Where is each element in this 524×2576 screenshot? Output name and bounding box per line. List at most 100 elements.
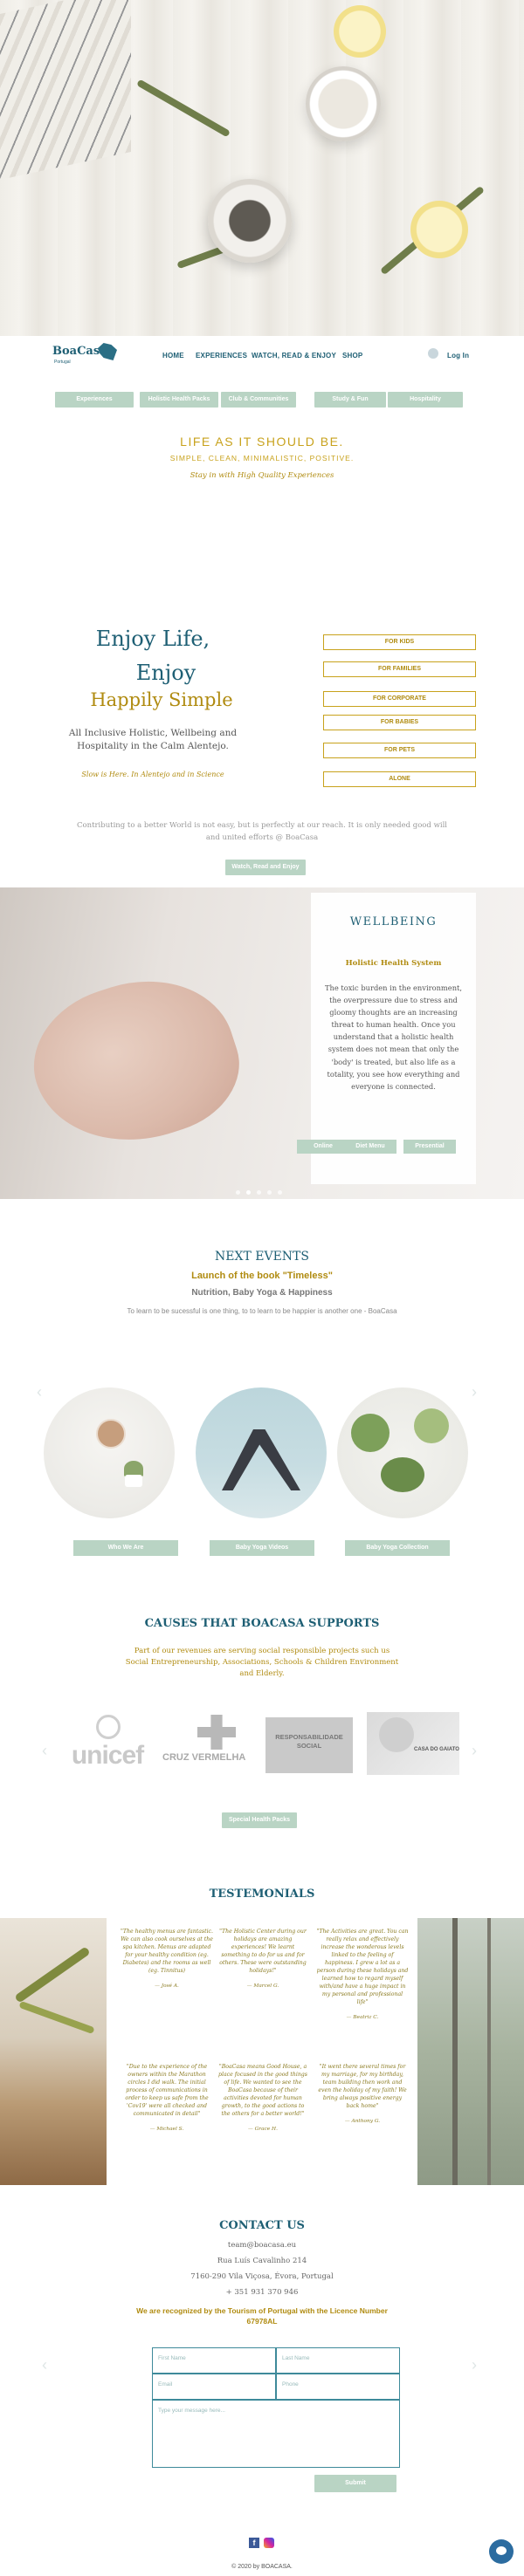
special-health-packs-button[interactable]: Special Health Packs [222, 1812, 297, 1828]
logo-subtitle: Portugal [54, 360, 71, 365]
casa-do-gaiato-logo[interactable]: CASA DO GAIATO [367, 1712, 459, 1775]
for-babies-button[interactable]: FOR BABIES [323, 715, 476, 730]
baby-yoga-videos-button[interactable]: Baby Yoga Videos [210, 1540, 314, 1556]
chat-button[interactable] [489, 2539, 514, 2564]
unicef-wordmark: unicef [71, 1741, 144, 1770]
events-title: NEXT EVENTS [215, 1250, 309, 1264]
tab-study-fun[interactable]: Study & Fun [314, 392, 386, 408]
logos-next-icon[interactable]: › [472, 1742, 477, 1760]
events-subtitle: Nutrition, Baby Yoga & Happiness [191, 1288, 333, 1298]
wellbeing-title: WELLBEING [349, 915, 438, 928]
licence-text: We are recognized by the Tourism of Port… [136, 2306, 388, 2326]
event-image-food[interactable] [337, 1387, 468, 1518]
testimonial-3: "The Activities are great. You can reall… [316, 1929, 409, 2021]
carousel-next-icon[interactable]: › [472, 1383, 477, 1401]
slide-dot[interactable] [257, 1190, 261, 1195]
tree-trunk [452, 1918, 458, 2185]
tab-hospitality[interactable]: Hospitality [388, 392, 463, 408]
nav-experiences[interactable]: EXPERIENCES [196, 352, 247, 360]
diet-menu-button[interactable]: Diet Menu [344, 1140, 396, 1154]
instagram-icon[interactable] [264, 2538, 274, 2548]
for-pets-button[interactable]: FOR PETS [323, 743, 476, 758]
phone-field[interactable]: Phone [276, 2374, 400, 2400]
watch-read-enjoy-button[interactable]: Watch, Read and Enjoy [225, 860, 306, 875]
nav-watch-read-enjoy[interactable]: WATCH, READ & ENJOY [252, 352, 336, 360]
pot-icon [125, 1475, 142, 1487]
message-field[interactable]: Type your message here... [152, 2400, 400, 2468]
nav-home[interactable]: HOME [162, 352, 184, 360]
contact-email[interactable]: team@boacasa.eu [0, 2241, 524, 2250]
slide-dot[interactable] [267, 1190, 272, 1195]
vegetables-icon [381, 1457, 424, 1492]
testimonial-author: — Anthony G. [344, 2118, 381, 2124]
linen-cloth [0, 0, 131, 180]
logos-prev-icon[interactable]: ‹ [42, 1742, 47, 1760]
enjoy-description: All Inclusive Holistic, Wellbeing and Ho… [68, 728, 238, 752]
wellbeing-panel: WELLBEING Holistic Health System The tox… [297, 893, 476, 1184]
for-kids-button[interactable]: FOR KIDS [323, 634, 476, 650]
for-corporate-button[interactable]: FOR CORPORATE [323, 691, 476, 707]
herb-stem [14, 1946, 91, 2004]
form-prev-icon[interactable]: ‹ [42, 2356, 47, 2374]
trees-image [417, 1918, 524, 2185]
greens-icon [351, 1414, 390, 1452]
tab-experiences[interactable]: Experiences [55, 392, 134, 408]
testimonial-text: "BoaCasa means Good House, a place focus… [218, 2064, 307, 2117]
casa-gaiato-wordmark: CASA DO GAIATO [414, 1747, 459, 1752]
lemon-slice [334, 5, 386, 58]
testimonial-author: — Michael S. [149, 2126, 184, 2132]
event-image-yoga[interactable] [196, 1387, 327, 1518]
testimonial-author: — José A. [155, 1983, 179, 1989]
causes-title: CAUSES THAT BOACASA SUPPORTS [144, 1617, 380, 1630]
hand-image [15, 956, 256, 1168]
testimonial-text: "The Activities are great. You can reall… [316, 1929, 409, 2005]
enjoy-line-3: Happily Simple [90, 689, 233, 710]
form-next-icon[interactable]: › [472, 2356, 477, 2374]
testimonial-text: "The healthy menus are fantastic. We can… [121, 1929, 213, 1974]
slide-dot[interactable] [278, 1190, 282, 1195]
contact-title: CONTACT US [219, 2219, 305, 2232]
submit-button[interactable]: Submit [314, 2475, 396, 2492]
carousel-prev-icon[interactable]: ‹ [37, 1383, 42, 1401]
wellbeing-body: The toxic burden in the environment, the… [324, 983, 463, 1091]
event-image-clock[interactable] [44, 1387, 175, 1518]
top-nav: BoaCasa Portugal HOME EXPERIENCES WATCH,… [0, 336, 524, 376]
herb-stem [18, 2000, 95, 2035]
slide-dot-active[interactable] [246, 1190, 251, 1195]
email-field[interactable]: Email [152, 2374, 276, 2400]
contact-street: Rua Luís Cavalinho 214 [217, 2257, 307, 2265]
enjoy-slogan: Slow is Here. In Alentejo and in Science [81, 771, 224, 778]
slide-dot[interactable] [236, 1190, 240, 1195]
intro-tagline: Stay in with High Quality Experiences [190, 471, 334, 480]
contact-phone[interactable]: + 351 931 370 946 [0, 2288, 524, 2297]
first-name-field[interactable]: First Name [152, 2347, 276, 2374]
avocado-icon [414, 1408, 449, 1443]
testimonial-author: — Beatriz C. [346, 2014, 379, 2020]
cruz-vermelha-logo[interactable]: CRUZ VERMELHA [162, 1715, 246, 1776]
facebook-icon[interactable]: f [249, 2538, 259, 2548]
tab-holistic-health-packs[interactable]: Holistic Health Packs [140, 392, 218, 408]
presential-button[interactable]: Presential [403, 1140, 456, 1154]
user-avatar-icon[interactable] [428, 348, 438, 359]
for-families-button[interactable]: FOR FAMILIES [323, 661, 476, 677]
globe-icon [96, 1715, 121, 1739]
tab-club-communities[interactable]: Club & Communities [221, 392, 296, 408]
nav-shop[interactable]: SHOP [342, 352, 362, 360]
salt-bowl [306, 66, 381, 141]
responsabilidade-social-logo[interactable]: RESPONSABILIDADE SOCIAL [265, 1717, 353, 1773]
logo[interactable]: BoaCasa [52, 345, 107, 358]
logo-map-icon [98, 343, 117, 360]
last-name-field[interactable]: Last Name [276, 2347, 400, 2374]
yoga-pose-figure [222, 1429, 300, 1490]
clock-icon [96, 1419, 126, 1449]
unicef-logo[interactable]: unicef [61, 1715, 154, 1776]
who-we-are-button[interactable]: Who We Are [73, 1540, 178, 1556]
baby-yoga-collection-button[interactable]: Baby Yoga Collection [345, 1540, 450, 1556]
pepper-bowl [208, 179, 292, 263]
contact-city: 7160-290 Vila Viçosa, Évora, Portugal [190, 2272, 334, 2281]
testimonial-2: "The Holistic Center during our holidays… [217, 1929, 309, 1990]
alone-button[interactable]: ALONE [323, 771, 476, 787]
online-button[interactable]: Online [297, 1140, 349, 1154]
login-link[interactable]: Log In [447, 352, 469, 360]
testimonials-title: TESTEMONIALS [209, 1887, 315, 1901]
